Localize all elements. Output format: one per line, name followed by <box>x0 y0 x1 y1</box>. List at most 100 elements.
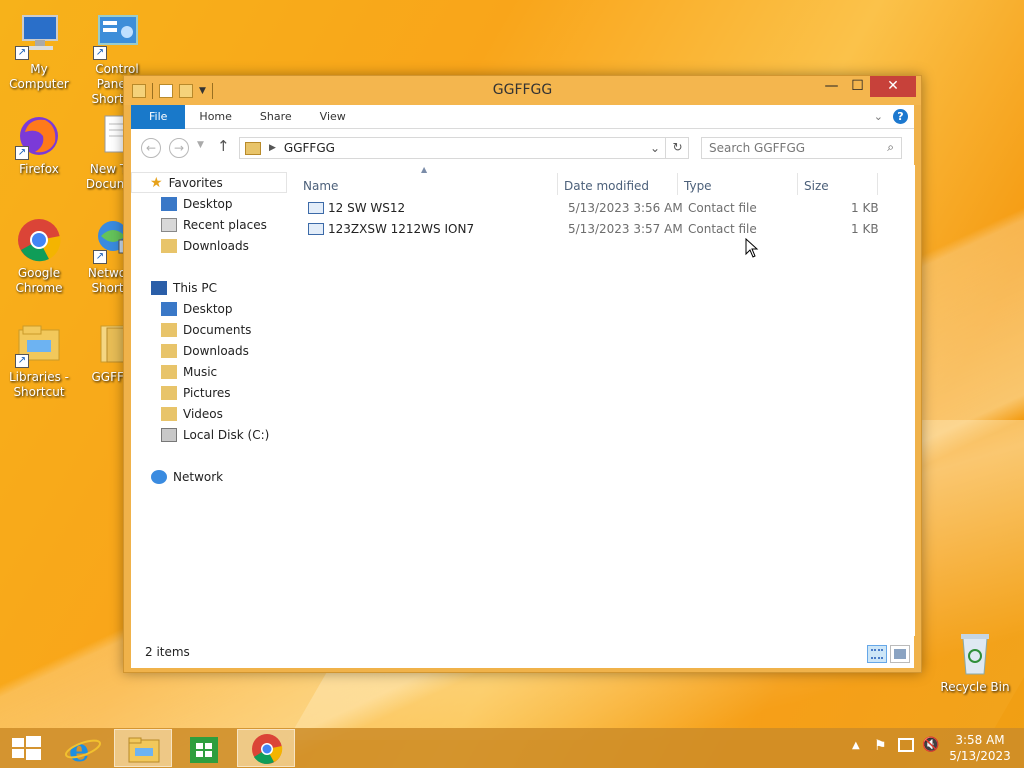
column-header-date-modified[interactable]: Date modified <box>564 179 649 193</box>
folder-icon <box>245 141 261 155</box>
nav-fav-desktop[interactable]: Desktop <box>161 193 233 214</box>
table-row[interactable] <box>301 273 881 294</box>
nav-fav-downloads[interactable]: Downloads <box>161 235 249 256</box>
computer-icon: ↗ <box>15 12 63 60</box>
file-size: 1 KB <box>851 201 879 215</box>
desktop-icon <box>161 196 177 211</box>
maximize-button[interactable]: ☐ <box>844 76 871 97</box>
nav-network[interactable]: Network <box>151 466 223 487</box>
help-icon[interactable]: ? <box>893 109 908 124</box>
nav-label: Local Disk (C:) <box>183 427 270 442</box>
file-row-1[interactable]: 12 SW WS12 5/13/2023 3:56 AM Contact fil… <box>300 198 890 218</box>
address-bar-area: ← → ▼ ↑ ▶ GGFFGG ⌄ ↻ Search GGFFGG ⌕ <box>131 129 914 165</box>
back-button[interactable]: ← <box>141 138 161 158</box>
navigation-pane: ★ Favorites Desktop Recent places Downlo… <box>131 165 289 636</box>
column-separator[interactable] <box>877 173 878 195</box>
desktop-icon-recycle-bin[interactable]: Recycle Bin <box>936 630 1014 695</box>
hard-disk-icon <box>161 427 177 442</box>
column-header-type[interactable]: Type <box>684 179 712 193</box>
file-row-2[interactable]: 123ZXSW 1212WS ION7 5/13/2023 3:57 AM Co… <box>300 219 890 239</box>
tab-file[interactable]: File <box>131 104 186 129</box>
desktop-icon-my-computer[interactable]: ↗ My Computer <box>0 12 78 92</box>
search-icon[interactable]: ⌕ <box>887 140 894 155</box>
file-type: Contact file <box>688 222 757 236</box>
taskbar-store[interactable] <box>175 729 233 767</box>
column-header-name[interactable]: Name <box>303 179 338 193</box>
column-separator[interactable] <box>797 173 798 195</box>
nav-label: Favorites <box>168 175 223 190</box>
store-icon <box>190 737 218 763</box>
nav-pc-documents[interactable]: Documents <box>161 319 251 340</box>
nav-pc-music[interactable]: Music <box>161 361 217 382</box>
details-view-icon <box>871 649 883 659</box>
refresh-icon[interactable]: ↻ <box>665 137 689 159</box>
explorer-window[interactable]: ▼ GGFFGG — ☐ ✕ File Home Share View ⌄ ? … <box>123 75 922 673</box>
address-dropdown-chevron-icon[interactable]: ⌄ <box>650 141 660 155</box>
column-separator[interactable] <box>557 173 558 195</box>
videos-icon <box>161 406 177 421</box>
nav-pc-pictures[interactable]: Pictures <box>161 382 231 403</box>
close-button[interactable]: ✕ <box>870 76 916 97</box>
volume-muted-icon[interactable]: 🔇 <box>922 737 939 753</box>
tab-home[interactable]: Home <box>185 105 245 129</box>
desktop-icon-google-chrome[interactable]: Google Chrome <box>0 216 78 296</box>
windows-logo-icon <box>12 736 41 760</box>
libraries-icon: ↗ <box>15 320 63 368</box>
network-status-icon[interactable] <box>898 738 914 752</box>
up-button[interactable]: ↑ <box>217 137 230 155</box>
documents-icon <box>161 322 177 337</box>
start-button[interactable] <box>0 729 58 767</box>
contact-file-icon <box>308 223 324 235</box>
clock-time[interactable]: 3:58 AM <box>945 733 1015 747</box>
action-center-flag-icon[interactable]: ⚑ <box>874 738 887 754</box>
taskbar-internet-explorer[interactable]: e <box>54 729 112 768</box>
clock-date[interactable]: 5/13/2023 <box>945 749 1015 763</box>
nav-this-pc[interactable]: This PC <box>151 277 217 298</box>
recent-locations-chevron-icon[interactable]: ▼ <box>197 140 204 150</box>
large-icons-view-button[interactable] <box>890 645 910 663</box>
nav-fav-recent-places[interactable]: Recent places <box>161 214 267 235</box>
file-name: 123ZXSW 1212WS ION7 <box>328 222 475 236</box>
control-panel-icon: ↗ <box>93 12 141 60</box>
taskbar-file-explorer[interactable] <box>114 729 172 767</box>
file-size: 1 KB <box>851 222 879 236</box>
taskbar-chrome[interactable] <box>237 729 295 767</box>
recent-places-icon <box>161 217 177 232</box>
desktop-icon-firefox[interactable]: ↗ Firefox <box>0 112 78 177</box>
file-name: 12 SW WS12 <box>328 201 406 215</box>
nav-label: Downloads <box>183 343 249 358</box>
desktop-icon-label: Firefox <box>19 162 59 176</box>
pictures-icon <box>161 385 177 400</box>
breadcrumb-ggffgg[interactable]: GGFFGG <box>284 141 335 155</box>
title-bar[interactable]: ▼ GGFFGG — ☐ ✕ <box>124 76 921 105</box>
nav-pc-local-disk[interactable]: Local Disk (C:) <box>161 424 269 445</box>
music-icon <box>161 364 177 379</box>
tab-share[interactable]: Share <box>246 105 306 129</box>
column-header-size[interactable]: Size <box>804 179 829 193</box>
taskbar: e ▲ ⚑ 🔇 3:58 AM 5/13/2023 <box>0 728 1024 768</box>
desktop-icon-libraries[interactable]: ↗ Libraries - Shortcut <box>0 320 78 400</box>
desktop-icon-label: My Computer <box>9 62 69 91</box>
address-box[interactable]: ▶ GGFFGG ⌄ ↻ <box>239 137 689 159</box>
recycle-bin-icon <box>951 630 999 678</box>
show-hidden-icons-chevron-icon[interactable]: ▲ <box>852 740 860 751</box>
minimize-button[interactable]: — <box>818 76 845 97</box>
tab-view[interactable]: View <box>306 105 360 129</box>
desktop-icon <box>161 301 177 316</box>
network-icon <box>151 469 167 484</box>
details-view-button[interactable] <box>867 645 887 663</box>
column-separator[interactable] <box>677 173 678 195</box>
search-input[interactable]: Search GGFFGG ⌕ <box>701 137 902 159</box>
ribbon-tabs: File Home Share View ⌄ ? <box>131 104 914 129</box>
nav-pc-desktop[interactable]: Desktop <box>161 298 233 319</box>
forward-button[interactable]: → <box>169 138 189 158</box>
expand-ribbon-chevron-icon[interactable]: ⌄ <box>874 110 883 123</box>
nav-pc-downloads[interactable]: Downloads <box>161 340 249 361</box>
sort-ascending-icon: ▲ <box>421 165 428 174</box>
star-icon: ★ <box>150 174 163 191</box>
svg-text:e: e <box>69 731 89 767</box>
nav-pc-videos[interactable]: Videos <box>161 403 223 424</box>
nav-favorites[interactable]: ★ Favorites <box>131 172 287 193</box>
this-pc-icon <box>151 280 167 295</box>
desktop-icon-label: Recycle Bin <box>940 680 1010 694</box>
